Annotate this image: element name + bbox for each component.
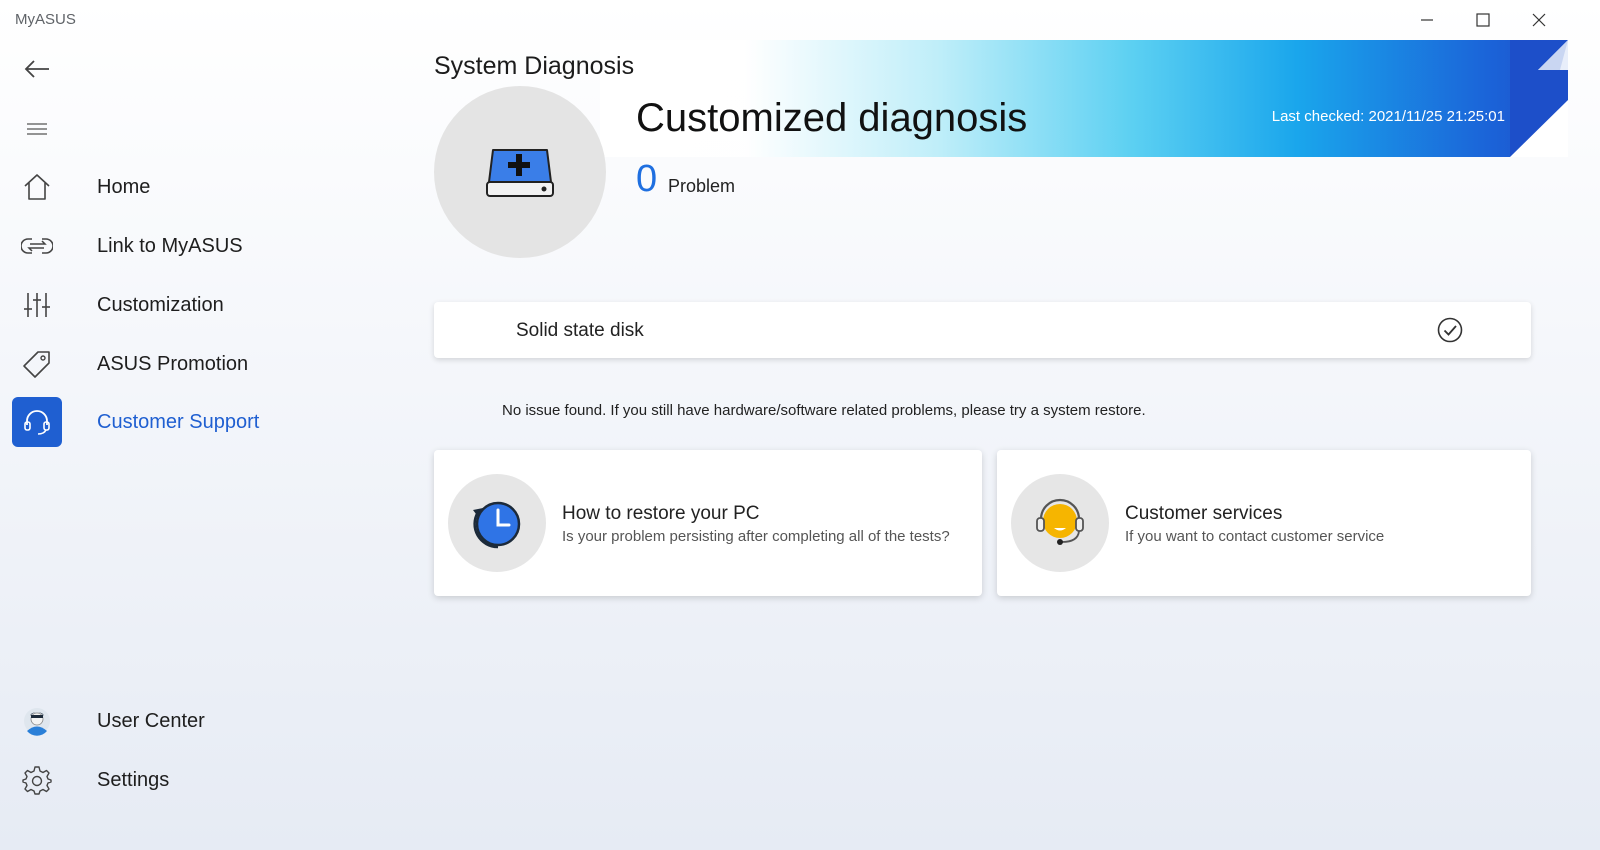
- link-icon: [12, 221, 62, 271]
- hamburger-menu-icon: [27, 123, 47, 135]
- result-label: Solid state disk: [516, 320, 644, 341]
- result-row-solid-state-disk: Solid state disk: [434, 302, 1531, 358]
- problem-label: Problem: [668, 176, 736, 196]
- diagnosis-notice: No issue found. If you still have hardwa…: [502, 402, 1146, 419]
- action-title: How to restore your PC: [562, 503, 760, 524]
- restore-pc-card[interactable]: How to restore your PC Is your problem p…: [434, 450, 982, 596]
- sidebar-item-customer-support[interactable]: Customer Support: [12, 397, 392, 447]
- sidebar-item-label: Link to MyASUS: [97, 234, 243, 257]
- tag-icon: [12, 339, 62, 389]
- minimize-icon: [1421, 19, 1433, 21]
- app-title: MyASUS: [15, 11, 76, 28]
- action-subtitle: If you want to contact customer service: [1125, 528, 1385, 545]
- title-bar: MyASUS: [0, 0, 1600, 40]
- disk-plus-icon: [486, 149, 554, 197]
- close-button[interactable]: [1516, 4, 1562, 36]
- sidebar-item-label: Customer Support: [97, 410, 260, 433]
- action-subtitle: Is your problem persisting after complet…: [562, 528, 950, 545]
- sidebar-item-link-to-myasus[interactable]: Link to MyASUS: [12, 221, 392, 271]
- sidebar-item-settings[interactable]: Settings: [12, 755, 392, 805]
- sidebar-item-label: User Center: [97, 709, 205, 732]
- action-icon-circle: [1011, 474, 1109, 572]
- restore-clock-icon: [473, 501, 521, 549]
- sliders-icon: [12, 280, 62, 330]
- hero-icon-circle: [434, 86, 606, 258]
- gear-icon: [12, 755, 62, 805]
- minimize-button[interactable]: [1404, 4, 1450, 36]
- sidebar-item-customization[interactable]: Customization: [12, 280, 392, 330]
- last-checked-timestamp: Last checked: 2021/11/25 21:25:01: [1271, 108, 1505, 125]
- sidebar-item-label: ASUS Promotion: [97, 352, 249, 375]
- back-arrow-icon: [24, 60, 49, 78]
- customer-services-card[interactable]: Customer services If you want to contact…: [997, 450, 1531, 596]
- problem-count: 0: [636, 158, 658, 200]
- user-avatar-icon: [12, 696, 62, 746]
- headset-icon: [12, 397, 62, 447]
- check-circle-icon: [1437, 317, 1463, 343]
- customer-service-headset-icon: [1036, 498, 1084, 545]
- sidebar-item-label: Settings: [97, 768, 170, 791]
- back-button[interactable]: [20, 52, 54, 86]
- maximize-button[interactable]: [1460, 4, 1506, 36]
- sidebar-item-user-center[interactable]: User Center: [12, 696, 392, 746]
- menu-button[interactable]: [22, 114, 52, 144]
- maximize-icon: [1476, 13, 1490, 27]
- close-icon: [1532, 13, 1546, 27]
- page-title: System Diagnosis: [434, 52, 635, 80]
- sidebar-item-label: Customization: [97, 293, 224, 316]
- action-title: Customer services: [1125, 503, 1283, 524]
- home-icon: [12, 162, 62, 212]
- sidebar-item-home[interactable]: Home: [12, 162, 392, 212]
- sidebar-item-asus-promotion[interactable]: ASUS Promotion: [12, 339, 392, 389]
- sidebar-item-label: Home: [97, 175, 151, 198]
- action-icon-circle: [448, 474, 546, 572]
- banner-page-curl-icon: [1510, 40, 1568, 157]
- diagnosis-title: Customized diagnosis: [636, 96, 1028, 140]
